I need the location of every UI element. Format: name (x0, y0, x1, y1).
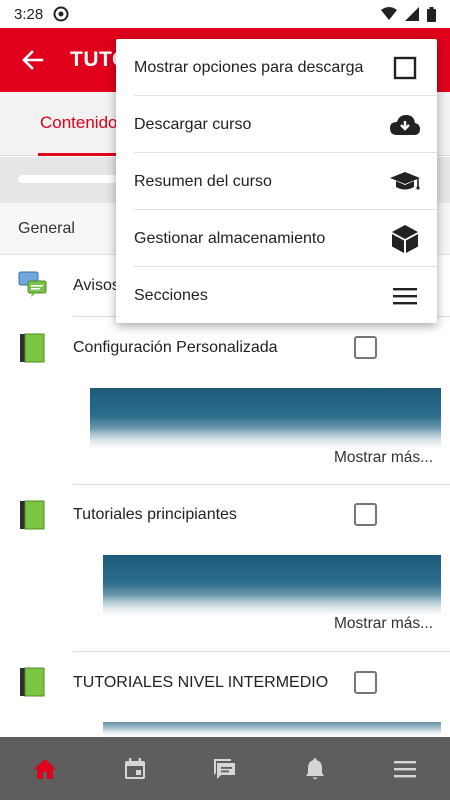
home-icon (34, 758, 56, 779)
menu-item-label: Mostrar opciones para descarga (134, 58, 364, 76)
menu-item-course-summary[interactable]: Resumen del curso (116, 153, 437, 210)
list-item-configuracion[interactable]: Configuración Personalizada (0, 320, 450, 376)
checkbox-icon[interactable] (388, 53, 422, 83)
calendar-icon (125, 757, 145, 779)
messages-icon (214, 758, 235, 779)
battery-icon (427, 6, 436, 22)
back-arrow-icon[interactable] (22, 50, 44, 70)
forum-icon (18, 271, 47, 297)
tab-contents-label: Contenidos (39, 112, 126, 132)
tab-contents[interactable]: Contenidos (38, 92, 128, 156)
resource-banner-image[interactable] (103, 555, 441, 617)
completion-checkbox[interactable] (354, 671, 377, 694)
section-title: General (18, 219, 75, 237)
completion-checkbox[interactable] (354, 336, 377, 359)
menu-item-label: Secciones (134, 286, 208, 304)
menu-item-sections[interactable]: Secciones (116, 267, 437, 324)
wifi-icon (381, 7, 397, 20)
resource-banner-image[interactable] (90, 388, 441, 450)
nav-home[interactable] (15, 737, 75, 800)
nav-more[interactable] (375, 737, 435, 800)
divider (73, 651, 450, 652)
nav-notifications[interactable] (285, 737, 345, 800)
menu-item-label: Resumen del curso (134, 172, 272, 190)
menu-item-show-download-options[interactable]: Mostrar opciones para descarga (116, 39, 437, 96)
status-time: 3:28 (14, 5, 44, 23)
list-item-label: Configuración Personalizada (73, 339, 278, 356)
book-icon (20, 667, 45, 697)
nav-calendar[interactable] (105, 737, 165, 800)
menu-item-label: Descargar curso (134, 115, 252, 133)
list-item-intermedio[interactable]: TUTORIALES NIVEL INTERMEDIO (0, 655, 450, 711)
menu-icon (394, 760, 416, 777)
nav-messages[interactable] (195, 737, 255, 800)
resource-banner-image[interactable] (103, 722, 441, 737)
book-icon (20, 333, 45, 363)
menu-lines-icon (388, 281, 422, 311)
list-item-label: Avisos (73, 277, 120, 294)
cube-icon (388, 224, 422, 254)
status-bar: 3:28 (0, 0, 450, 28)
show-more-link[interactable]: Mostrar más... (332, 615, 436, 633)
list-item-label: TUTORIALES NIVEL INTERMEDIO (73, 674, 329, 691)
cloud-download-icon (388, 110, 422, 140)
divider (73, 484, 450, 485)
book-icon (20, 500, 45, 530)
menu-item-manage-storage[interactable]: Gestionar almacenamiento (116, 210, 437, 267)
list-item-principiantes[interactable]: Tutoriales principiantes (0, 488, 450, 544)
bell-icon (306, 757, 324, 779)
menu-item-download-course[interactable]: Descargar curso (116, 96, 437, 153)
list-item-label: Tutoriales principiantes (73, 506, 237, 523)
bottom-nav (0, 737, 450, 800)
app-notification-icon (53, 6, 69, 22)
overflow-menu: Mostrar opciones para descarga Descargar… (116, 39, 437, 323)
graduation-cap-icon (388, 167, 422, 197)
menu-item-label: Gestionar almacenamiento (134, 229, 326, 247)
show-more-link[interactable]: Mostrar más... (332, 449, 436, 467)
signal-icon (405, 7, 419, 21)
completion-checkbox[interactable] (354, 503, 377, 526)
